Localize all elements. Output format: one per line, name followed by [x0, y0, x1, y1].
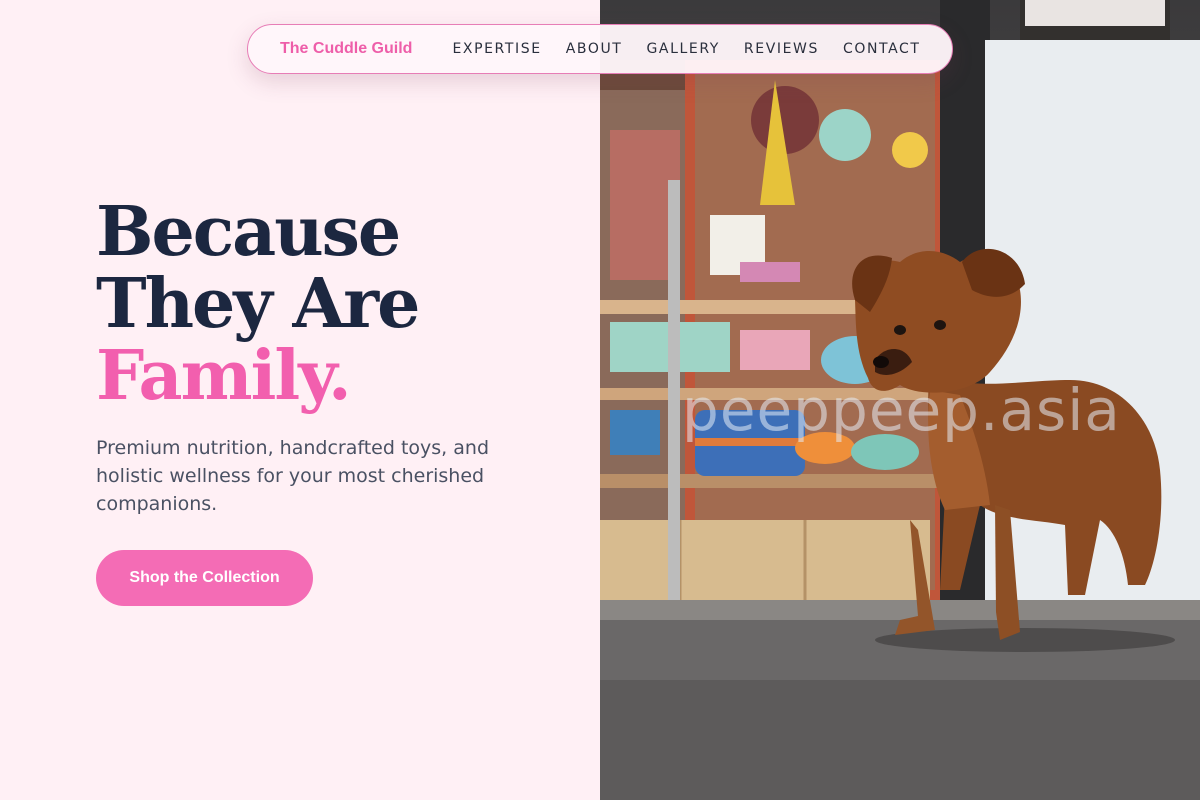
hero-subtext: Premium nutrition, handcrafted toys, and… — [96, 437, 490, 515]
hero-headline: Because They Are Family. — [96, 192, 420, 416]
headline-line-1: Because — [96, 192, 401, 272]
nav-link-about[interactable]: ABOUT — [566, 41, 623, 57]
headline-line-2: They Are — [96, 264, 420, 344]
nav-link-contact[interactable]: CONTACT — [843, 41, 921, 57]
nav-link-expertise[interactable]: EXPERTISE — [452, 41, 541, 57]
top-nav: The Cuddle Guild EXPERTISE ABOUT GALLERY… — [247, 24, 953, 74]
nav-link-gallery[interactable]: GALLERY — [646, 41, 719, 57]
watermark-text: peeppeep.asia — [682, 376, 1121, 444]
shop-collection-button[interactable]: Shop the Collection — [96, 550, 313, 606]
nav-link-reviews[interactable]: REVIEWS — [744, 41, 819, 57]
brand-logo-link[interactable]: The Cuddle Guild — [280, 40, 412, 58]
hero-section: Because They Are Family. Premium nutriti… — [0, 0, 600, 800]
headline-accent: Family. — [96, 336, 352, 416]
